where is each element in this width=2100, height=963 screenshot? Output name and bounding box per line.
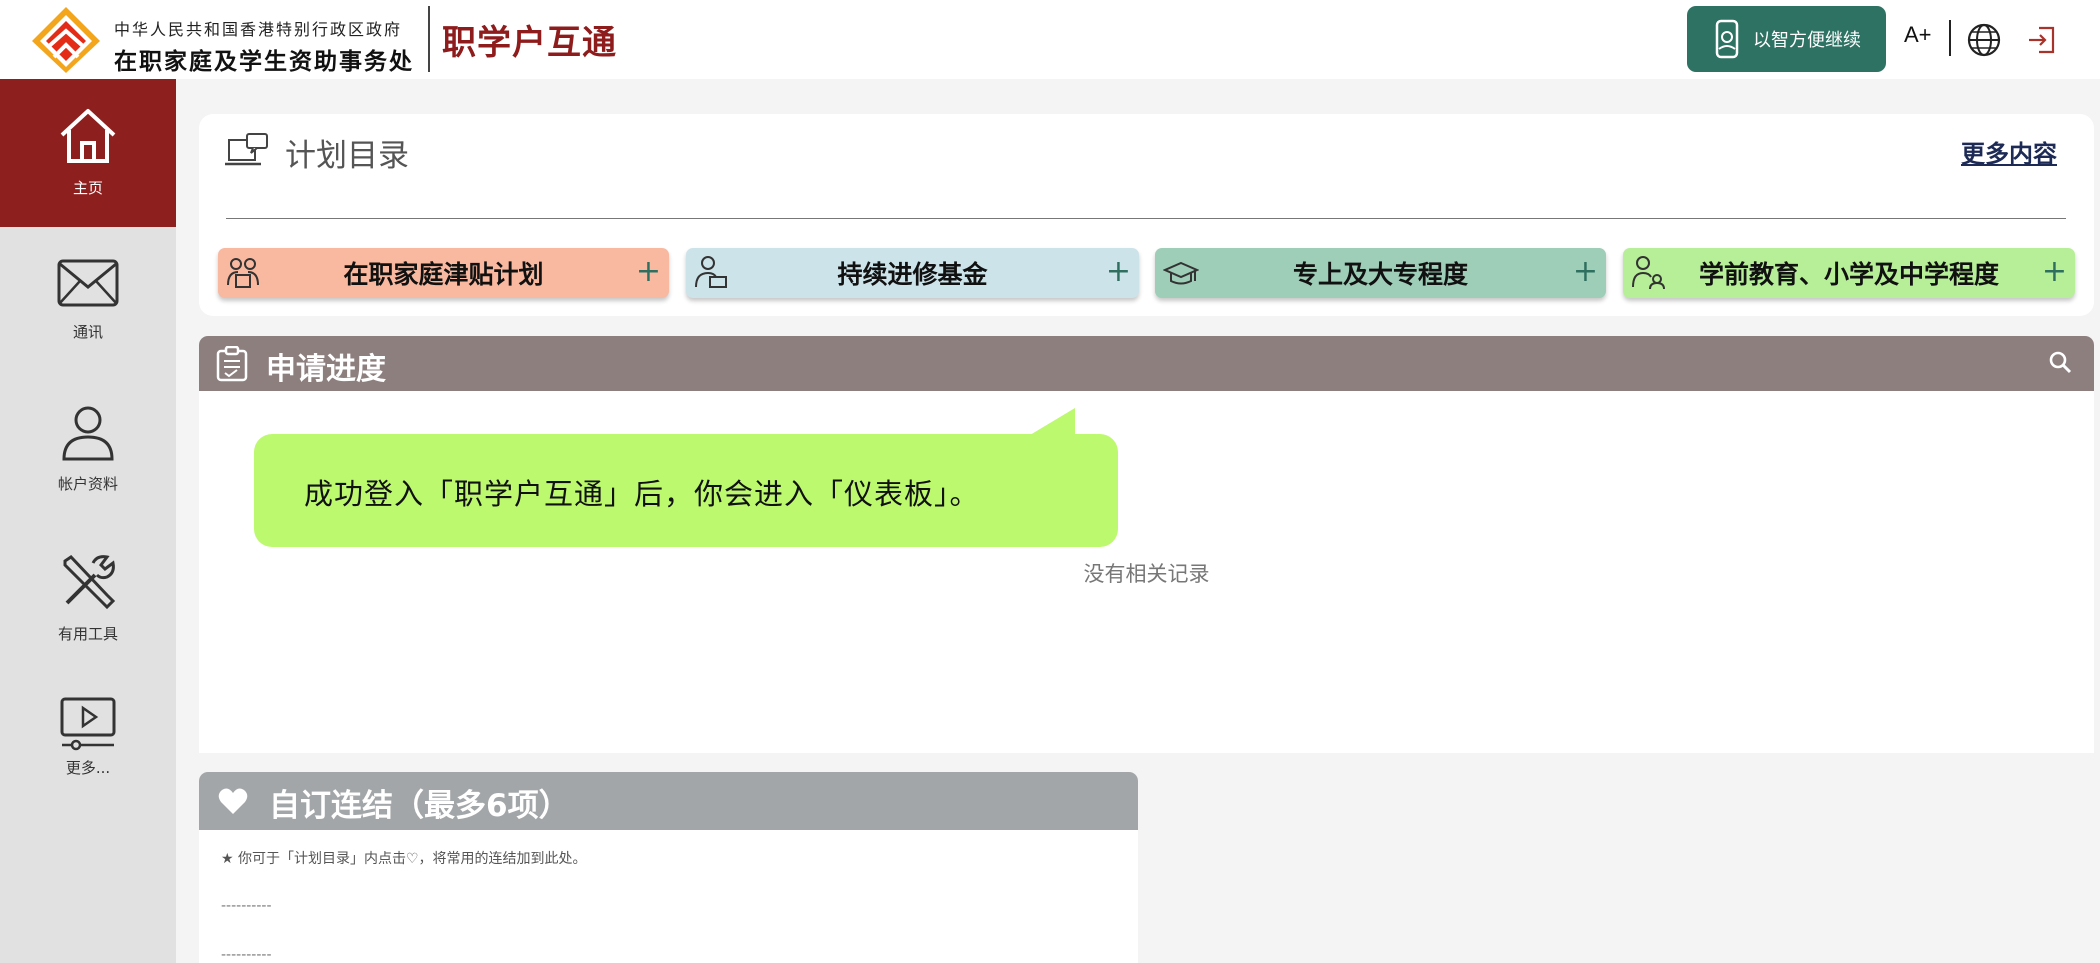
plus-icon[interactable]: + xyxy=(2042,254,2067,289)
plan-button-cef[interactable]: 持续进修基金 + xyxy=(686,248,1139,298)
sidebar-item-mail[interactable]: 通讯 xyxy=(0,227,176,375)
sidebar-item-tools[interactable]: 有用工具 xyxy=(0,523,176,671)
sidebar-item-label: 通讯 xyxy=(72,323,103,341)
mail-icon xyxy=(57,259,119,307)
plan-catalog-card: 计划目录 更多内容 在职家庭津贴计划 + 持续进修基金 + 专上及大专程度 + xyxy=(199,114,2094,316)
clipboard-icon xyxy=(216,346,248,382)
sidebar-item-account[interactable]: 帐户资料 xyxy=(0,375,176,523)
custom-links-title: 自订连结（最多6项） xyxy=(269,788,570,824)
logout-icon[interactable] xyxy=(2025,24,2057,56)
plan-label: 在职家庭津贴计划 xyxy=(343,260,544,289)
sidebar-item-label: 主页 xyxy=(72,179,103,197)
link-placeholder: ---------- xyxy=(221,898,272,914)
tools-icon xyxy=(63,555,116,610)
custom-links-note: ★ 你可于「计划目录」内点击♡，将常用的连结加到此处。 xyxy=(221,851,587,867)
header-separator xyxy=(1949,20,1951,56)
plan-button-wfa[interactable]: 在职家庭津贴计划 + xyxy=(218,248,669,298)
plan-button-tertiary[interactable]: 专上及大专程度 + xyxy=(1155,248,1606,298)
link-placeholder: ---------- xyxy=(221,947,272,963)
iam-smart-label: 以智方便继续 xyxy=(1753,30,1861,50)
custom-links-body: ★ 你可于「计划目录」内点击♡，将常用的连结加到此处。 ---------- -… xyxy=(199,830,1138,963)
application-progress-title: 申请进度 xyxy=(266,352,386,387)
logo-icon[interactable] xyxy=(30,7,102,73)
plan-button-school[interactable]: 学前教育、小学及中学程度 + xyxy=(1623,248,2075,298)
graduation-cap-icon xyxy=(1163,261,1199,285)
application-progress-header: 申请进度 xyxy=(199,336,2094,391)
laptop-chat-icon xyxy=(225,133,268,166)
sidebar-item-label: 更多... xyxy=(65,759,111,777)
learner-icon xyxy=(695,256,727,288)
plan-divider xyxy=(226,218,2066,219)
heart-icon xyxy=(218,788,248,814)
family-icon xyxy=(227,258,259,288)
iam-smart-button[interactable]: 以智方便继续 xyxy=(1687,6,1886,72)
phone-icon xyxy=(1715,19,1739,59)
plus-icon[interactable]: + xyxy=(1573,254,1598,289)
plus-icon[interactable]: + xyxy=(1106,254,1131,289)
user-icon xyxy=(62,406,114,461)
header-divider xyxy=(428,6,430,72)
no-record-text: 没有相关记录 xyxy=(1083,562,1210,586)
globe-icon[interactable] xyxy=(1966,22,2002,58)
organization-name: 中华人民共和国香港特别行政区政府 在职家庭及学生资助事务处 xyxy=(114,16,414,76)
tooltip-bubble: 成功登入「职学户互通」后，你会进入「仪表板」。 xyxy=(254,434,1118,547)
video-icon xyxy=(60,697,116,751)
top-header: 中华人民共和国香港特别行政区政府 在职家庭及学生资助事务处 职学户互通 以智方便… xyxy=(0,0,2100,79)
sidebar-item-label: 有用工具 xyxy=(57,625,118,643)
plan-label: 学前教育、小学及中学程度 xyxy=(1698,260,1999,289)
search-icon[interactable] xyxy=(2048,350,2072,374)
sidebar-item-more[interactable]: 更多... xyxy=(0,671,176,819)
government-title: 中华人民共和国香港特别行政区政府 xyxy=(114,20,403,39)
plan-catalog-title: 计划目录 xyxy=(285,138,409,174)
agency-title: 在职家庭及学生资助事务处 xyxy=(114,49,414,75)
brand-title[interactable]: 职学户互通 xyxy=(442,15,617,64)
sidebar-item-label: 帐户资料 xyxy=(57,475,118,493)
sidebar-item-home[interactable]: 主页 xyxy=(0,79,176,227)
custom-links-header: 自订连结（最多6项） xyxy=(199,772,1138,830)
plus-icon[interactable]: + xyxy=(636,254,661,289)
parent-child-icon xyxy=(1632,256,1665,290)
home-icon xyxy=(60,109,116,163)
plan-label: 持续进修基金 xyxy=(837,260,988,289)
font-size-button[interactable]: A+ xyxy=(1904,22,1932,48)
tooltip-text: 成功登入「职学户互通」后，你会进入「仪表板」。 xyxy=(304,477,980,511)
plan-label: 专上及大专程度 xyxy=(1292,260,1468,289)
more-content-link[interactable]: 更多内容 xyxy=(1961,134,2057,169)
sidebar: 主页 通讯 帐户资料 有用工具 更多... xyxy=(0,79,176,963)
